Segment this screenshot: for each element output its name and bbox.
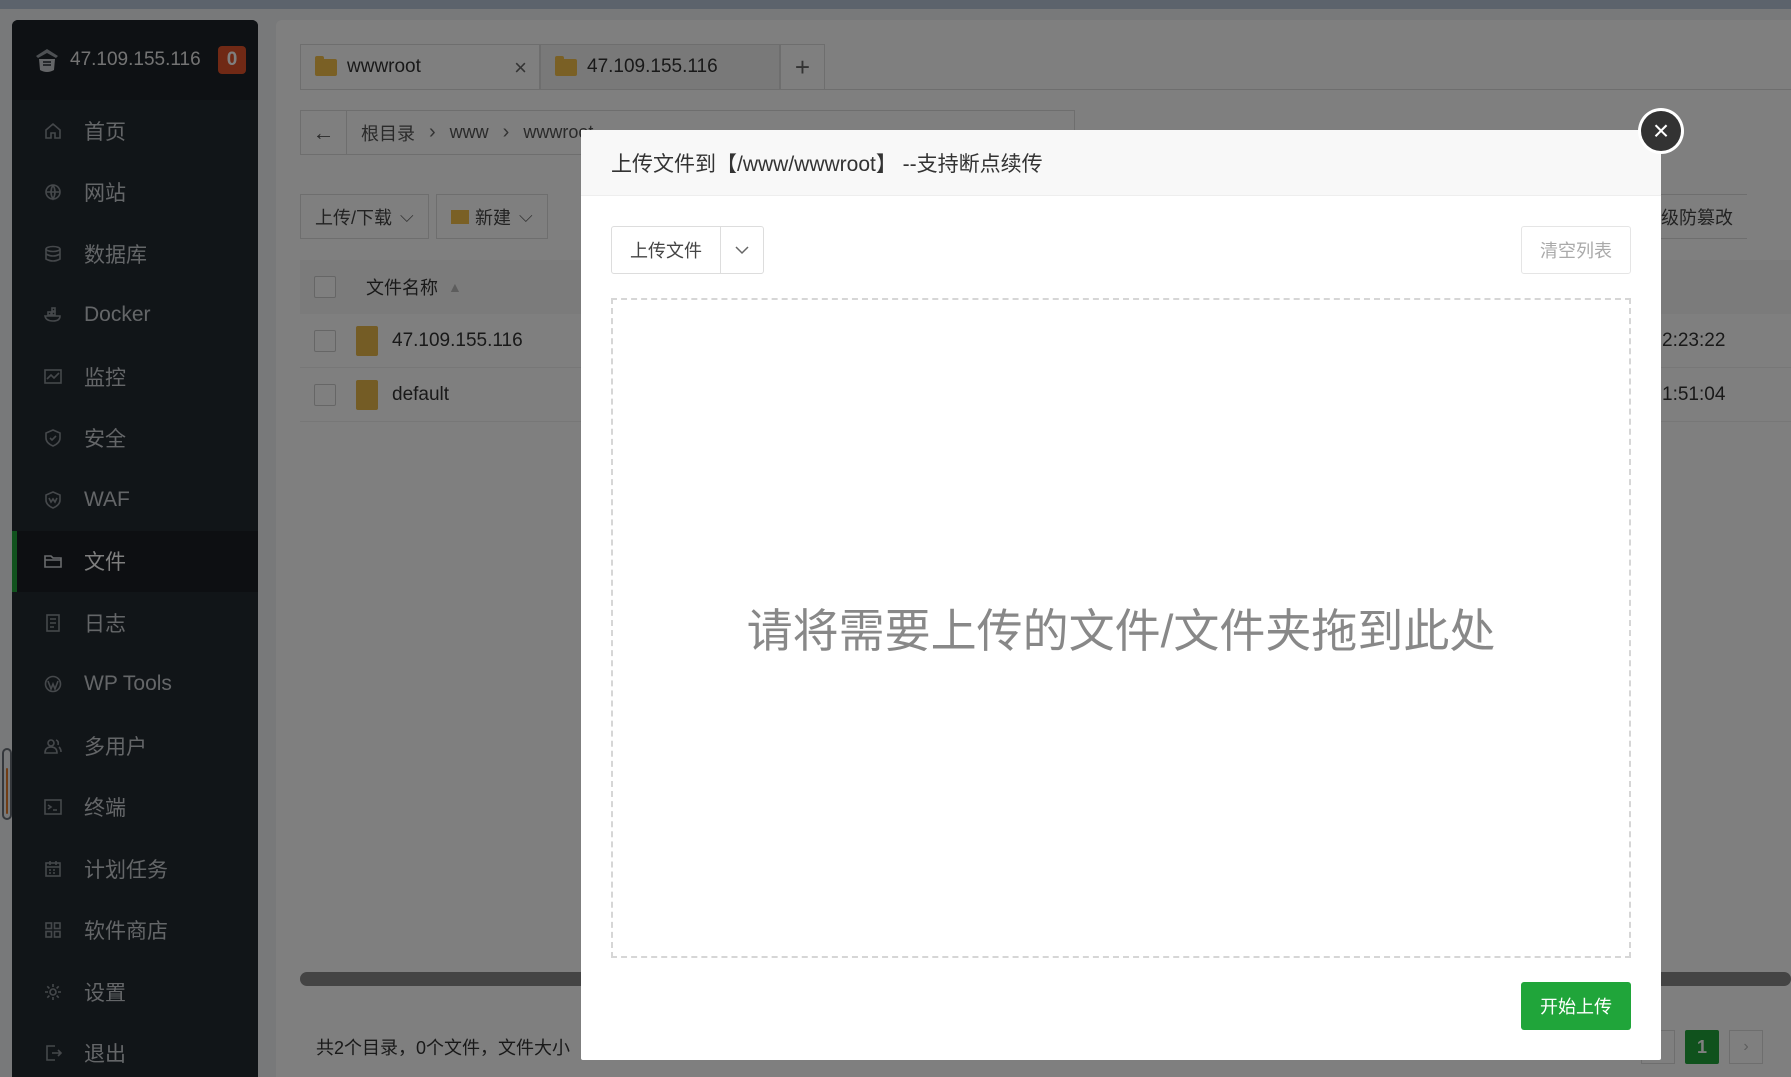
start-upload-button[interactable]: 开始上传 — [1521, 982, 1631, 1030]
upload-file-split-button: 上传文件 — [611, 226, 764, 274]
upload-dialog: 上传文件到【/www/wwwroot】 --支持断点续传 上传文件 清空列表 请… — [581, 130, 1661, 1060]
drop-zone-hint: 请将需要上传的文件/文件夹拖到此处 — [746, 605, 1496, 657]
chevron-down-icon[interactable] — [721, 227, 763, 273]
close-icon: × — [1641, 111, 1681, 151]
close-dialog-button[interactable]: × — [1638, 108, 1684, 154]
drop-zone[interactable]: 请将需要上传的文件/文件夹拖到此处 — [611, 298, 1631, 958]
clear-list-button[interactable]: 清空列表 — [1521, 226, 1631, 274]
upload-file-button[interactable]: 上传文件 — [612, 227, 721, 273]
dialog-title: 上传文件到【/www/wwwroot】 --支持断点续传 — [581, 130, 1661, 196]
